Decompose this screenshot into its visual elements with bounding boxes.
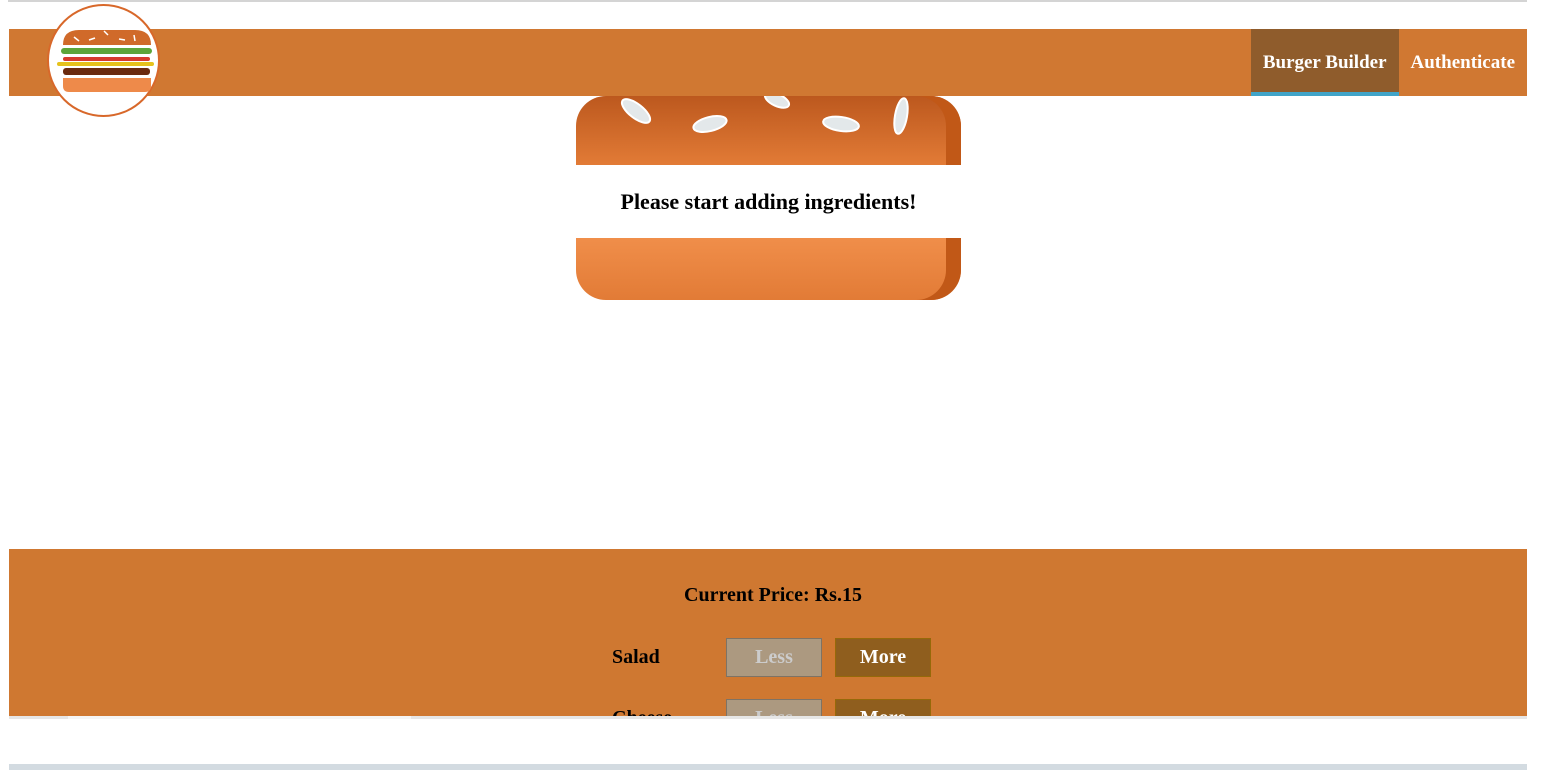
- bread-top: [576, 96, 961, 165]
- toolbar: Burger Builder Authenticate: [9, 29, 1527, 96]
- nav-authenticate[interactable]: Authenticate: [1399, 29, 1527, 96]
- nav-burger-builder[interactable]: Burger Builder: [1250, 29, 1399, 96]
- burger-logo-icon[interactable]: [47, 4, 160, 117]
- empty-burger-message: Please start adding ingredients!: [620, 188, 917, 214]
- ingredient-label-salad: Salad: [612, 646, 660, 668]
- scroll-segment: [68, 716, 411, 719]
- build-controls: Current Price: Rs.15 Salad Less More Che…: [9, 549, 1527, 718]
- burger-preview: Please start adding ingredients!: [576, 96, 961, 300]
- salad-less-button[interactable]: Less: [726, 638, 822, 677]
- bottom-scrollbar[interactable]: [9, 764, 1527, 770]
- bread-bottom: [576, 238, 961, 300]
- current-price: Current Price: Rs.15: [684, 584, 862, 606]
- navigation: Burger Builder Authenticate: [1250, 29, 1527, 96]
- top-border: [8, 0, 1527, 2]
- salad-more-button[interactable]: More: [835, 638, 931, 677]
